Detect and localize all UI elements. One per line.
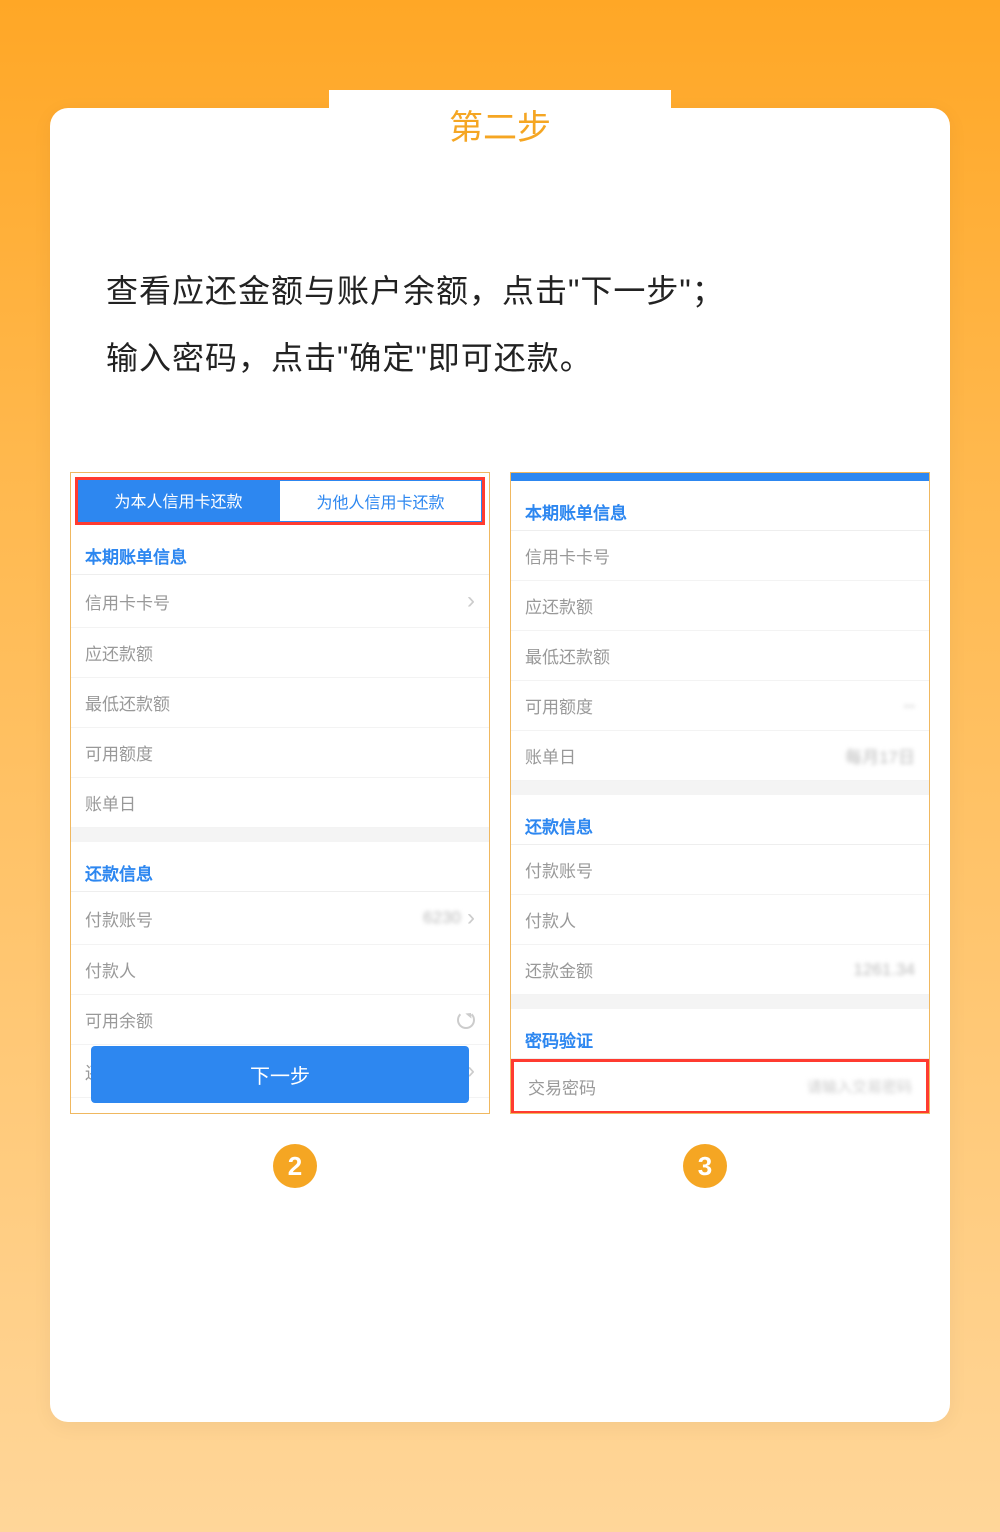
- pw-header: 密码验证: [511, 1009, 929, 1059]
- row-avail-balance: 可用余额: [71, 995, 489, 1045]
- row-payer-2: 付款人: [511, 895, 929, 945]
- value-avail-credit-2: --: [904, 696, 915, 716]
- chevron-right-icon: ›: [467, 904, 475, 932]
- badge-2: 2: [273, 1144, 317, 1188]
- label-payer: 付款人: [85, 957, 136, 982]
- screenshot-3: 本期账单信息 信用卡卡号 应还款额 最低还款额 可用额度 -- 账单日 每月17日…: [510, 472, 930, 1114]
- badge-3: 3: [683, 1144, 727, 1188]
- repay-info-header-2: 还款信息: [511, 795, 929, 845]
- row-pay-acct-2: 付款账号: [511, 845, 929, 895]
- value-repay-amount: 26534: [428, 1113, 475, 1114]
- section-spacer-2: [511, 781, 929, 795]
- tabs-highlight: 为本人信用卡还款 为他人信用卡还款: [75, 477, 485, 525]
- value-bill-date-2: 每月17日: [845, 743, 915, 768]
- tab-other-card[interactable]: 为他人信用卡还款: [279, 480, 482, 522]
- label-pay-acct: 付款账号: [85, 906, 153, 931]
- row-payer: 付款人: [71, 945, 489, 995]
- next-button[interactable]: 下一步: [91, 1046, 469, 1103]
- tab-own-card[interactable]: 为本人信用卡还款: [78, 480, 279, 522]
- bill-info-header-2: 本期账单信息: [511, 481, 929, 531]
- row-password[interactable]: 交易密码 请输入交易密码: [514, 1062, 926, 1111]
- row-avail-credit-2: 可用额度 --: [511, 681, 929, 731]
- row-due-amount: 应还款额: [71, 628, 489, 678]
- screen-3-inner: 本期账单信息 信用卡卡号 应还款额 最低还款额 可用额度 -- 账单日 每月17日…: [511, 473, 929, 1113]
- value-repay-amount-2: 1261.34: [854, 960, 915, 980]
- row-card-no-2: 信用卡卡号: [511, 531, 929, 581]
- label-repay-amount: 还款金额: [85, 1110, 153, 1113]
- repay-info-header: 还款信息: [71, 842, 489, 892]
- refresh-icon[interactable]: [457, 1011, 475, 1029]
- row-bill-date: 账单日: [71, 778, 489, 828]
- label-bill-date-2: 账单日: [525, 743, 576, 768]
- screenshots-row: 为本人信用卡还款 为他人信用卡还款 本期账单信息 信用卡卡号 › 应还款额 最低…: [50, 392, 950, 1114]
- row-repay-amount-2: 还款金额 1261.34: [511, 945, 929, 995]
- bill-info-header: 本期账单信息: [71, 525, 489, 575]
- label-avail-credit-2: 可用额度: [525, 693, 593, 718]
- label-due-amount: 应还款额: [85, 640, 153, 665]
- label-due-amount-2: 应还款额: [525, 593, 593, 618]
- instruction-line-2: 输入密码，点击"确定"即可还款。: [106, 325, 894, 392]
- label-card-no: 信用卡卡号: [85, 589, 170, 614]
- step-tab: 第二步: [329, 90, 671, 161]
- label-payer-2: 付款人: [525, 907, 576, 932]
- label-avail-balance: 可用余额: [85, 1007, 153, 1032]
- label-pay-acct-2: 付款账号: [525, 857, 593, 882]
- label-password: 交易密码: [528, 1074, 596, 1099]
- label-bill-date: 账单日: [85, 790, 136, 815]
- instruction-line-1: 查看应还金额与账户余额，点击"下一步"；: [106, 258, 894, 325]
- chevron-right-icon: ›: [467, 587, 475, 615]
- label-repay-amount-2: 还款金额: [525, 957, 593, 982]
- row-pay-acct[interactable]: 付款账号 6230 ›: [71, 892, 489, 945]
- label-avail-credit: 可用额度: [85, 740, 153, 765]
- password-placeholder: 请输入交易密码: [807, 1076, 912, 1097]
- value-pay-acct: 6230: [423, 908, 461, 928]
- step-badges: 2 3: [50, 1114, 950, 1188]
- section-spacer: [71, 828, 489, 842]
- row-min-amount-2: 最低还款额: [511, 631, 929, 681]
- row-min-amount: 最低还款额: [71, 678, 489, 728]
- section-spacer-3: [511, 995, 929, 1009]
- row-card-no[interactable]: 信用卡卡号 ›: [71, 575, 489, 628]
- row-due-amount-2: 应还款额: [511, 581, 929, 631]
- label-card-no-2: 信用卡卡号: [525, 543, 610, 568]
- screenshot-2: 为本人信用卡还款 为他人信用卡还款 本期账单信息 信用卡卡号 › 应还款额 最低…: [70, 472, 490, 1114]
- label-min-amount-2: 最低还款额: [525, 643, 610, 668]
- screen-2-inner: 为本人信用卡还款 为他人信用卡还款 本期账单信息 信用卡卡号 › 应还款额 最低…: [71, 473, 489, 1113]
- row-bill-date-2: 账单日 每月17日: [511, 731, 929, 781]
- app-top-bar: [511, 473, 929, 481]
- label-min-amount: 最低还款额: [85, 690, 170, 715]
- instruction-card: 第二步 查看应还金额与账户余额，点击"下一步"； 输入密码，点击"确定"即可还款…: [50, 108, 950, 1422]
- row-avail-credit: 可用额度: [71, 728, 489, 778]
- password-highlight: 交易密码 请输入交易密码: [511, 1059, 929, 1113]
